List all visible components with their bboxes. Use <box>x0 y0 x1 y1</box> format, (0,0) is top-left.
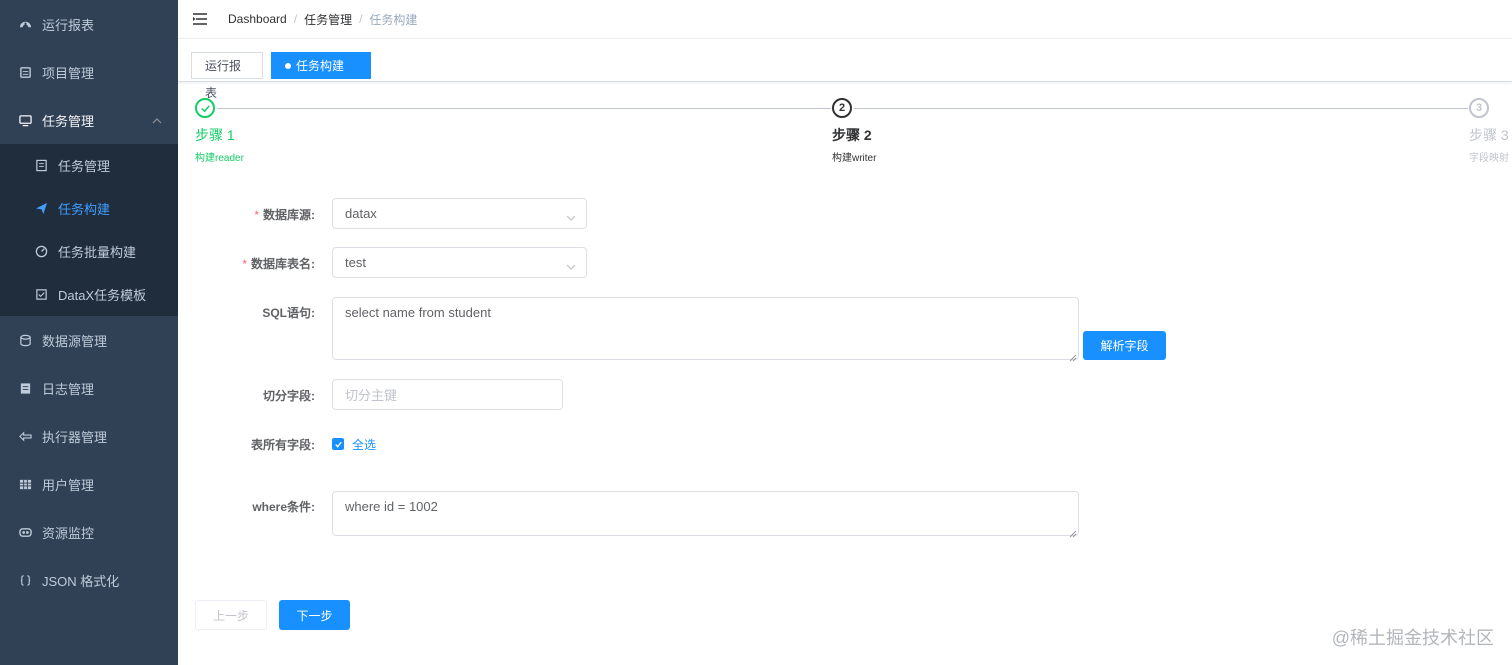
user-grid-icon <box>18 477 32 491</box>
sidebar: 运行报表 项目管理 任务管理 任务管理 任务构建 任务批量构建 DataX任务模… <box>0 0 178 665</box>
log-icon <box>18 381 32 395</box>
sidebar-item-label: 项目管理 <box>42 65 95 81</box>
chevron-down-icon <box>566 210 576 221</box>
where-textarea[interactable]: where id = 1002 <box>332 491 1079 538</box>
chevron-up-icon <box>152 114 162 124</box>
navbar: Dashboard / 任务管理 / 任务构建 <box>178 0 1512 39</box>
next-step-button[interactable]: 下一步 <box>279 600 350 630</box>
breadcrumb-separator: / <box>359 12 363 26</box>
sql-value: select name from student <box>345 305 491 320</box>
list-icon <box>34 159 48 173</box>
where-label: where条件: <box>252 500 315 514</box>
sidebar-item-label: JSON 格式化 <box>42 573 120 589</box>
step-3-title: 步骤 3 <box>1469 127 1509 143</box>
monitor-link-icon <box>18 525 32 539</box>
sidebar-item-task[interactable]: 任务管理 <box>0 96 178 144</box>
step-3-desc: 字段映射 <box>1469 153 1509 164</box>
breadcrumb-task-manage[interactable]: 任务管理 <box>304 11 352 28</box>
fields-label: 表所有字段: <box>251 438 315 452</box>
sidebar-item-json[interactable]: JSON 格式化 <box>0 556 178 604</box>
prev-step-button[interactable]: 上一步 <box>195 600 267 630</box>
split-input[interactable]: 切分主键 <box>332 379 563 410</box>
executor-icon <box>18 429 32 443</box>
batch-icon <box>34 245 48 259</box>
step-2-title: 步骤 2 <box>832 127 872 143</box>
where-value: where id = 1002 <box>345 499 438 514</box>
submenu-item-task-manage[interactable]: 任务管理 <box>0 144 178 187</box>
select-all-label[interactable]: 全选 <box>352 436 376 453</box>
sidebar-item-log[interactable]: 日志管理 <box>0 364 178 412</box>
step-1-title: 步骤 1 <box>195 127 235 143</box>
breadcrumb-dashboard[interactable]: Dashboard <box>228 12 287 26</box>
step-2-desc: 构建writer <box>832 153 877 164</box>
datasource-select[interactable]: datax <box>332 198 587 229</box>
submenu-item-label: 任务构建 <box>58 202 111 217</box>
step-2-number: 2 <box>832 98 852 118</box>
sidebar-item-label: 资源监控 <box>42 525 95 541</box>
steps: 步骤 1 构建reader 2 步骤 2 构建writer 3 步骤 3 字段映… <box>195 98 1512 168</box>
active-dot-icon <box>285 63 291 69</box>
dashboard-icon <box>18 17 32 31</box>
chevron-down-icon <box>566 259 576 270</box>
breadcrumb-separator: / <box>293 12 298 26</box>
submenu-item-label: DataX任务模板 <box>58 288 147 303</box>
sql-label: SQL语句: <box>262 306 315 320</box>
sidebar-item-label: 用户管理 <box>42 477 95 493</box>
sidebar-item-label: 数据源管理 <box>42 333 108 349</box>
datasource-label: * 数据库源: <box>254 208 315 222</box>
template-icon <box>34 288 48 302</box>
table-value: test <box>345 255 366 270</box>
tag-label: 任务构建 <box>296 59 345 73</box>
sidebar-item-label: 执行器管理 <box>42 429 108 445</box>
watermark: @稀土掘金技术社区 <box>1331 628 1494 648</box>
submenu-item-label: 任务管理 <box>58 159 111 174</box>
sidebar-item-executor[interactable]: 执行器管理 <box>0 412 178 460</box>
sidebar-submenu: 任务管理 任务构建 任务批量构建 DataX任务模板 <box>0 144 178 316</box>
tag-task-build[interactable]: 任务构建× <box>271 52 371 100</box>
sidebar-item-resource[interactable]: 资源监控 <box>0 508 178 556</box>
table-select[interactable]: test <box>332 247 587 278</box>
sidebar-item-label: 任务管理 <box>42 113 95 129</box>
table-label: * 数据库表名: <box>242 257 315 271</box>
hamburger-icon[interactable] <box>192 11 208 27</box>
send-icon <box>34 202 48 216</box>
tags-view: 运行报表 任务构建× <box>178 38 1512 100</box>
braces-icon <box>18 573 32 587</box>
step-1-desc: 构建reader <box>195 153 244 164</box>
monitor-icon <box>18 113 32 127</box>
submenu-item-label: 任务批量构建 <box>58 245 137 260</box>
sidebar-item-dashboard[interactable]: 运行报表 <box>0 0 178 48</box>
sidebar-item-datasource[interactable]: 数据源管理 <box>0 316 178 364</box>
sidebar-item-project[interactable]: 项目管理 <box>0 48 178 96</box>
tag-label: 运行报表 <box>205 59 242 100</box>
split-label: 切分字段: <box>263 389 315 403</box>
sidebar-item-label: 运行报表 <box>42 17 95 33</box>
submenu-item-task-build[interactable]: 任务构建 <box>0 187 178 230</box>
resize-grip-icon[interactable] <box>1069 526 1077 538</box>
submenu-item-datax-template[interactable]: DataX任务模板 <box>0 273 178 316</box>
submenu-item-batch-build[interactable]: 任务批量构建 <box>0 230 178 273</box>
database-icon <box>18 333 32 347</box>
tag-dashboard[interactable]: 运行报表 <box>191 52 263 100</box>
sidebar-item-user[interactable]: 用户管理 <box>0 460 178 508</box>
step-3-number: 3 <box>1469 98 1489 118</box>
resize-grip-icon[interactable] <box>1069 350 1077 362</box>
select-all-checkbox[interactable] <box>332 438 344 450</box>
breadcrumb-task-build: 任务构建 <box>369 12 418 27</box>
breadcrumb: Dashboard / 任务管理 / 任务构建 <box>228 11 417 28</box>
step-connector <box>854 108 1468 109</box>
step-1-check-icon <box>195 98 215 118</box>
project-icon <box>18 65 32 79</box>
sidebar-item-label: 日志管理 <box>42 381 95 397</box>
parse-fields-button[interactable]: 解析字段 <box>1083 331 1166 360</box>
sql-textarea[interactable]: select name from student <box>332 297 1079 362</box>
step-connector <box>217 108 831 109</box>
datasource-value: datax <box>345 206 377 221</box>
